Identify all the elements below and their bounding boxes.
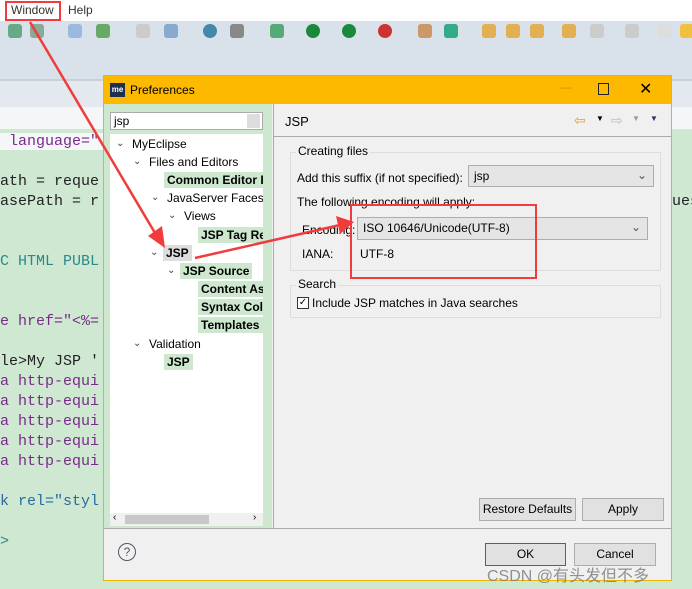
arrow-line	[194, 223, 341, 260]
watermark: CSDN @有头发但不多	[487, 568, 650, 585]
arrow-head	[148, 226, 165, 248]
arrow-head	[336, 216, 354, 234]
annotation-arrows	[28, 21, 354, 260]
arrow-line	[28, 21, 157, 234]
